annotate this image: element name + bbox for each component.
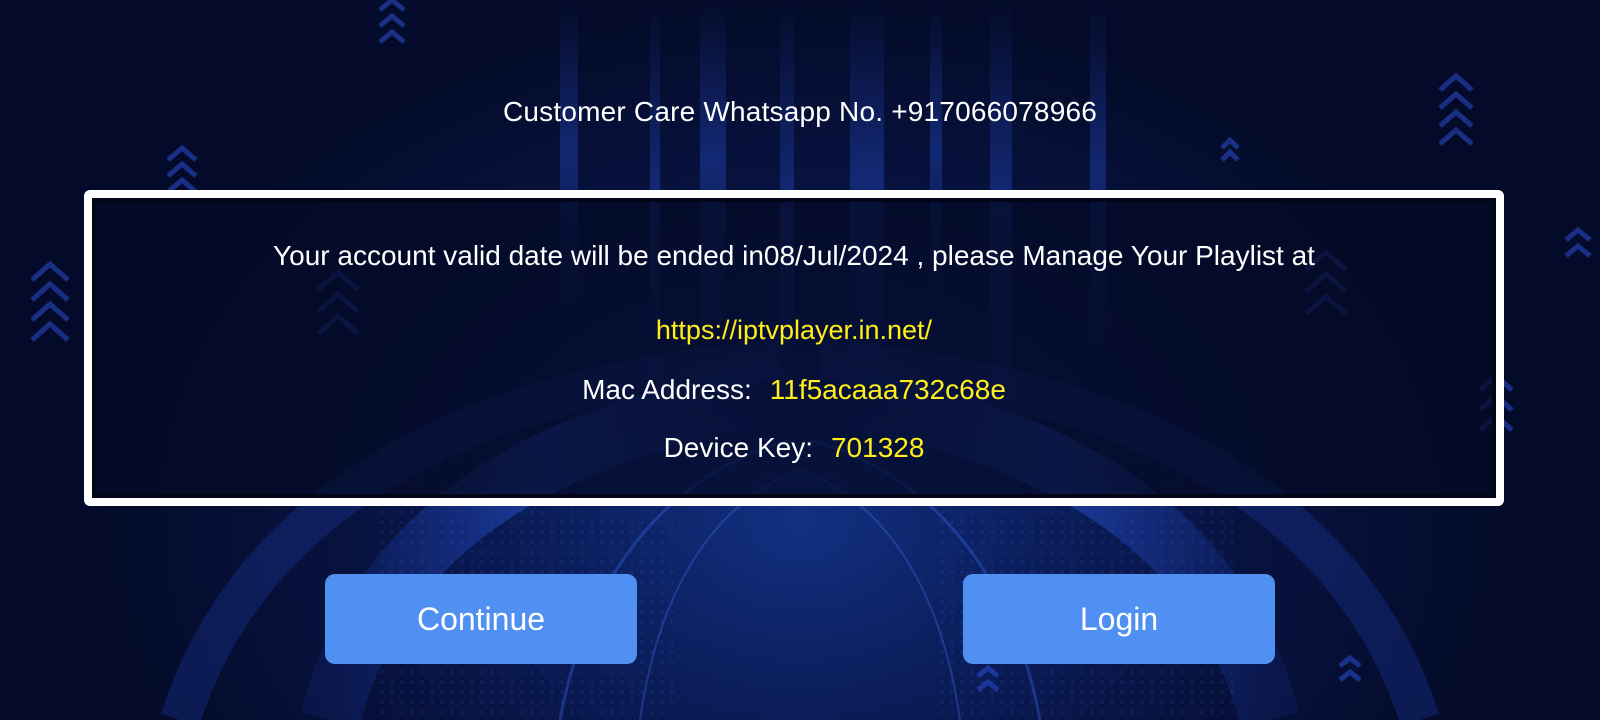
customer-care-text: Customer Care Whatsapp No. +917066078966 [502, 96, 1098, 127]
playlist-url-link[interactable]: https://iptvplayer.in.net/ [92, 315, 1496, 346]
mac-address-label: Mac Address: [582, 374, 752, 405]
mac-address-row: Mac Address: 11f5acaaa732c68e [92, 374, 1496, 406]
login-button[interactable]: Login [963, 574, 1275, 664]
device-key-row: Device Key: 701328 [92, 432, 1496, 464]
continue-button[interactable]: Continue [325, 574, 637, 664]
device-key-value: 701328 [830, 432, 925, 463]
expiry-message: Your account valid date will be ended in… [273, 240, 1315, 271]
account-info-panel: Your account valid date will be ended in… [84, 190, 1504, 506]
device-key-label: Device Key: [663, 432, 813, 463]
mac-address-value: 11f5acaaa732c68e [769, 374, 1006, 405]
app-screen: Customer Care Whatsapp No. +917066078966… [0, 0, 1600, 720]
